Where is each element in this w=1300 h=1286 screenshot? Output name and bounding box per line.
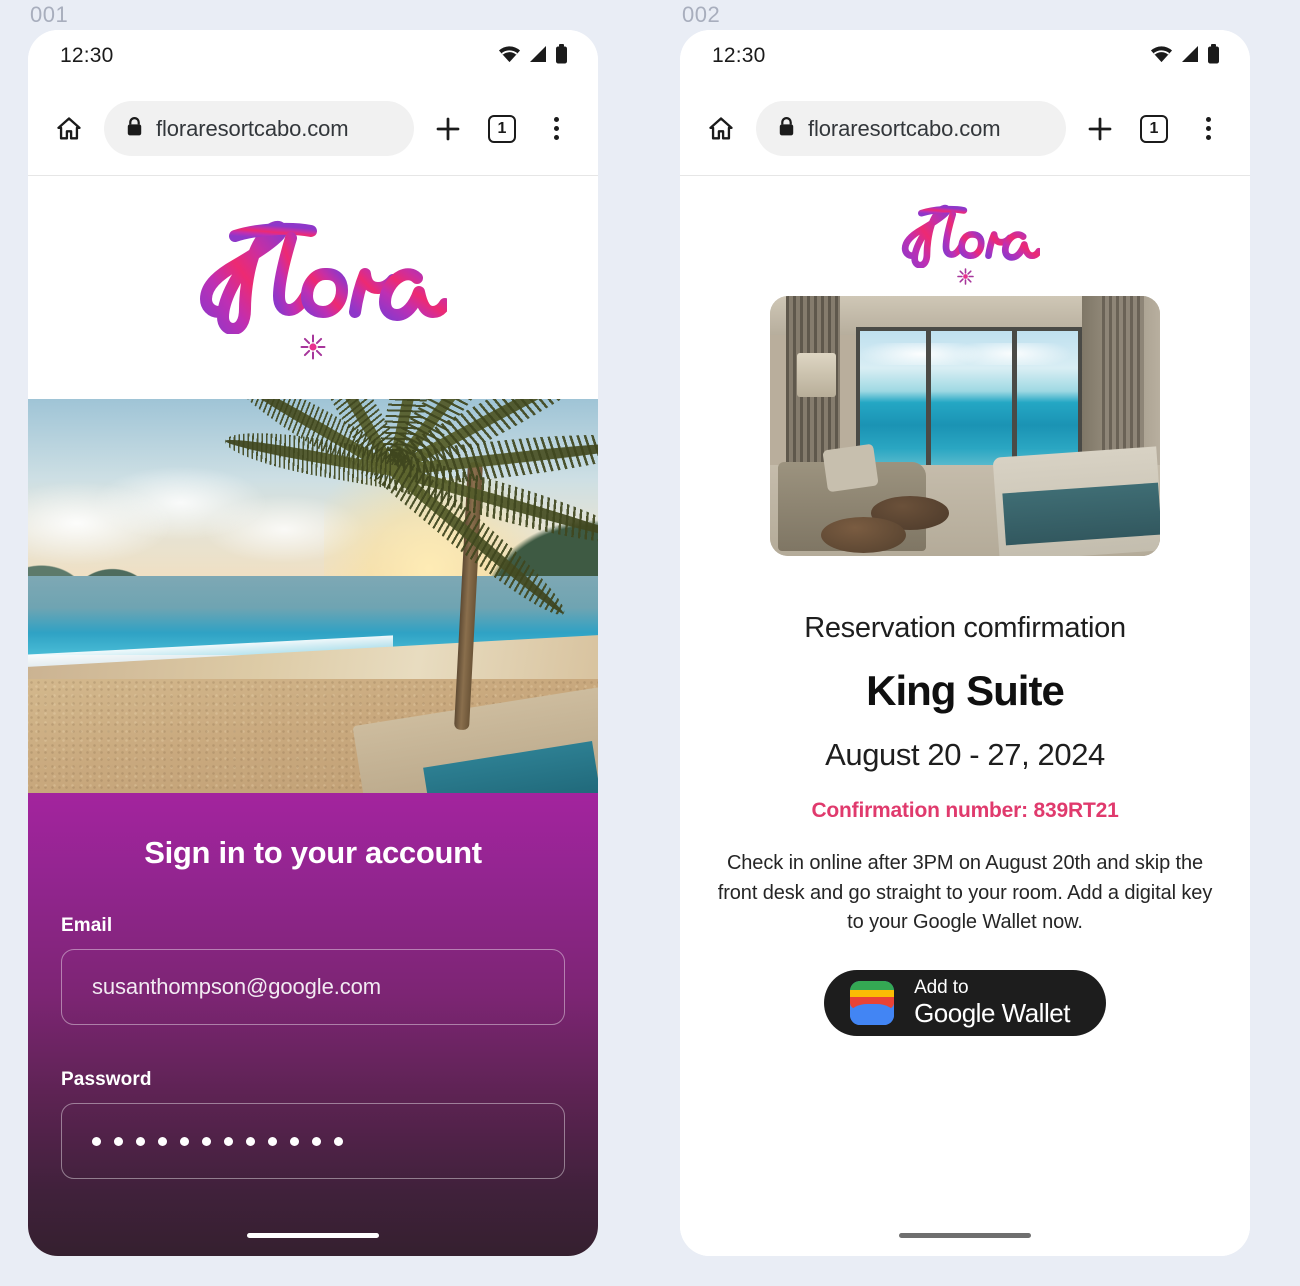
starburst-icon (300, 334, 326, 359)
email-value: susanthompson@google.com (92, 974, 381, 999)
wifi-icon (1150, 45, 1173, 68)
screenshot-canvas: 001 12:30 floraresortcabo.com 1 Sign in … (0, 0, 1300, 1286)
signin-heading: Sign in to your account (144, 835, 482, 870)
room-photo (770, 296, 1160, 556)
url-bar[interactable]: floraresortcabo.com (104, 101, 414, 156)
reservation-dates: August 20 - 27, 2024 (825, 737, 1105, 772)
wallet-button-line2: Google Wallet (914, 998, 1070, 1029)
phone-frame-002: 002 12:30 floraresortcabo.com 1 Reservat… (680, 0, 1250, 1286)
status-bar: 12:30 (28, 30, 598, 82)
status-icon-group (498, 43, 568, 69)
starburst-icon (956, 267, 974, 285)
password-masked-value (92, 1136, 343, 1146)
home-icon[interactable] (48, 108, 90, 150)
battery-icon (555, 43, 568, 69)
frame-label-001: 001 (30, 2, 69, 27)
lock-icon (778, 116, 795, 142)
battery-icon (1207, 43, 1220, 69)
phone-frame-001: 001 12:30 floraresortcabo.com 1 Sign in … (28, 0, 598, 1286)
password-input[interactable] (61, 1103, 565, 1179)
status-bar: 12:30 (680, 30, 1250, 82)
tab-count-label: 1 (1140, 114, 1168, 143)
web-page-002: Reservation comfirmation King Suite Augu… (680, 176, 1250, 1256)
url-bar[interactable]: floraresortcabo.com (756, 101, 1066, 156)
kebab-menu-icon[interactable] (1188, 109, 1228, 149)
email-input[interactable]: susanthompson@google.com (61, 949, 565, 1025)
home-icon[interactable] (700, 108, 742, 150)
reservation-subtitle: Reservation comfirmation (804, 612, 1126, 644)
home-gesture-bar[interactable] (899, 1233, 1031, 1238)
status-time: 12:30 (712, 44, 766, 67)
wifi-icon (498, 45, 521, 68)
signal-icon (528, 45, 548, 68)
browser-toolbar: floraresortcabo.com 1 (28, 82, 598, 176)
lock-icon (126, 116, 143, 142)
wallet-button-line1: Add to (914, 977, 969, 999)
plus-icon[interactable] (1080, 109, 1120, 149)
tab-count-button[interactable]: 1 (1134, 109, 1174, 149)
password-label: Password (61, 1069, 152, 1090)
home-gesture-bar[interactable] (247, 1233, 379, 1238)
flora-wordmark (200, 220, 447, 334)
flora-wordmark (901, 204, 1040, 268)
url-text: floraresortcabo.com (156, 115, 349, 141)
add-to-google-wallet-button[interactable]: Add to Google Wallet (824, 969, 1106, 1036)
confirmation-number: Confirmation number: 839RT21 (811, 799, 1119, 822)
status-icon-group (1150, 43, 1220, 69)
web-page-001: Sign in to your account Email susanthomp… (28, 176, 598, 1256)
plus-icon[interactable] (428, 109, 468, 149)
signin-section: Sign in to your account Email susanthomp… (28, 793, 598, 1256)
phone-screen-002: 12:30 floraresortcabo.com 1 Reservation … (680, 30, 1250, 1256)
google-wallet-icon (850, 980, 895, 1025)
tab-count-label: 1 (488, 114, 516, 143)
flora-brand-block (680, 176, 1250, 296)
signal-icon (1180, 45, 1200, 68)
kebab-menu-icon[interactable] (536, 109, 576, 149)
phone-screen-001: 12:30 floraresortcabo.com 1 Sign in to y… (28, 30, 598, 1256)
browser-toolbar: floraresortcabo.com 1 (680, 82, 1250, 176)
hero-beach-image (28, 399, 598, 793)
status-time: 12:30 (60, 44, 114, 67)
room-name: King Suite (866, 667, 1065, 714)
reservation-confirmation-section: Reservation comfirmation King Suite Augu… (680, 296, 1250, 1256)
checkin-instructions: Check in online after 3PM on August 20th… (717, 852, 1213, 934)
email-label: Email (61, 915, 113, 936)
tab-count-button[interactable]: 1 (482, 109, 522, 149)
flora-brand-block (28, 176, 598, 399)
frame-label-002: 002 (682, 2, 721, 27)
url-text: floraresortcabo.com (808, 115, 1001, 141)
